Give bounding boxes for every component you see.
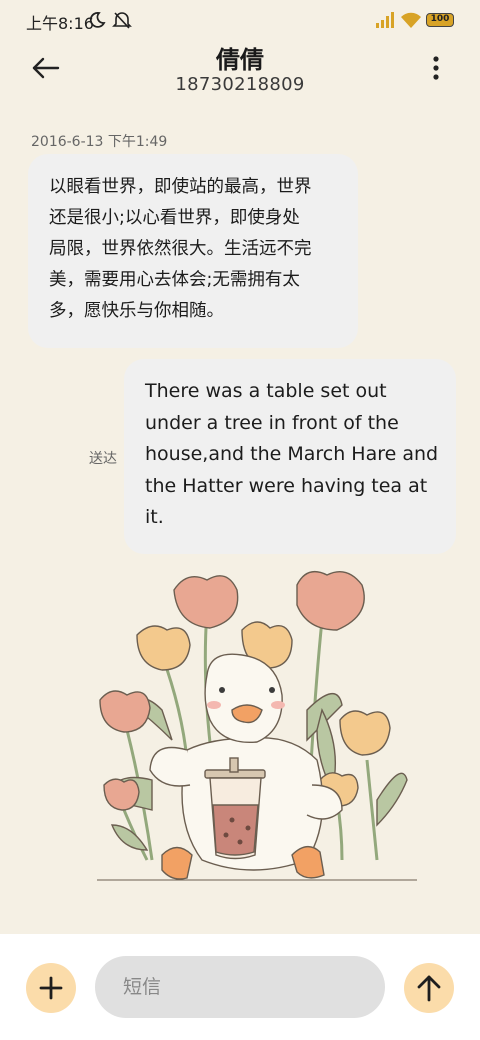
outgoing-message-bubble[interactable]: There was a table set out under a tree i… xyxy=(124,359,456,554)
message-line: 以眼看世界，即使站的最高，世界 xyxy=(49,177,312,197)
wifi-icon xyxy=(401,12,421,28)
message-line: under a tree in front of the xyxy=(145,411,399,434)
contact-name: 倩倩 xyxy=(216,46,264,74)
battery-icon: 100 xyxy=(426,13,454,27)
status-time: 上午8:16 xyxy=(26,14,94,33)
plus-icon xyxy=(39,976,63,1000)
contact-phone: 18730218809 xyxy=(175,74,305,95)
mute-icon xyxy=(112,12,132,29)
send-arrow-icon xyxy=(417,975,441,1002)
message-line: house,and the March Hare and xyxy=(145,443,439,465)
message-line: 美，需要用心去体会;无需拥有太 xyxy=(49,270,300,290)
message-line: 局限，世界依然很大。生活远不完 xyxy=(49,239,312,259)
back-button[interactable] xyxy=(28,52,64,84)
back-arrow-icon xyxy=(32,57,60,79)
add-attachment-button[interactable] xyxy=(26,963,76,1013)
message-timestamp: 2016-6-13 下午1:49 xyxy=(31,134,168,150)
message-line: 多，愿快乐与你相随。 xyxy=(49,301,224,321)
duck-tulips-illustration xyxy=(97,571,417,881)
more-options-button[interactable] xyxy=(422,54,450,82)
sms-conversation-screen: 上午8:16 100 倩倩 18730218809 2016-6-13 下午1:… xyxy=(0,0,480,1040)
delivery-status: 送达 xyxy=(89,451,117,467)
sms-input[interactable]: 短信 xyxy=(95,956,385,1018)
status-bar: 上午8:16 100 xyxy=(0,0,480,40)
incoming-message-bubble[interactable]: 以眼看世界，即使站的最高，世界 还是很小;以心看世界，即使身处 局限，世界依然很… xyxy=(28,154,358,348)
message-line: 还是很小;以心看世界，即使身处 xyxy=(49,208,300,228)
send-button[interactable] xyxy=(404,963,454,1013)
message-line: the Hatter were having tea at xyxy=(145,474,428,497)
message-line: There was a table set out xyxy=(145,380,387,402)
message-line: it. xyxy=(145,506,164,528)
composer-bar: 短信 xyxy=(0,934,480,1040)
more-vertical-icon xyxy=(433,56,439,80)
signal-icon xyxy=(376,12,394,28)
moon-icon xyxy=(89,12,106,28)
